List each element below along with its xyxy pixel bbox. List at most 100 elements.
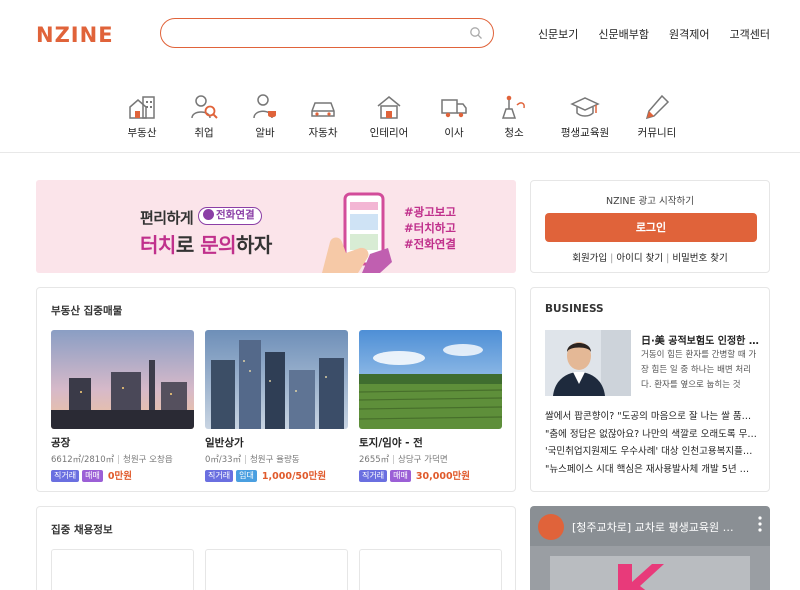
section-title: BUSINESS — [545, 303, 604, 315]
property-card[interactable]: 토지/임야 - 전 2655㎡ | 상당구 가덕면 직거래 매매 30,000만원 — [359, 330, 502, 482]
video-thumbnail — [530, 546, 770, 590]
video-player[interactable]: [청주교차로] 교차로 평생교육원 … — [530, 506, 770, 590]
property-tags: 직거래 매매 0만원 — [51, 468, 194, 482]
nzine-logo[interactable]: NZINE — [36, 24, 136, 44]
channel-avatar[interactable] — [538, 514, 564, 540]
business-summary[interactable]: 거동이 힘든 환자를 간병할 때 가장 힘든 일 중 하나는 배변 처리다. 환… — [641, 348, 759, 393]
property-location: 청원구 오창읍 — [123, 455, 173, 465]
category-label: 부동산 — [127, 127, 157, 139]
job-card[interactable] — [359, 549, 502, 590]
property-area: 2655㎡ — [359, 455, 390, 465]
car-icon — [311, 102, 335, 117]
call-connect-pill: 전화연결 — [198, 207, 262, 225]
find-id-link[interactable]: 아이디 찾기 — [616, 253, 663, 264]
interior-icon — [377, 96, 401, 119]
nav-newspaper-box[interactable]: 신문배부함 — [598, 26, 649, 42]
property-area: 6612㎡/2810㎡ — [51, 455, 115, 465]
category-education[interactable]: 평생교육원 — [550, 92, 620, 140]
search-icon[interactable] — [469, 26, 483, 40]
find-password-link[interactable]: 비밀번호 찾기 — [672, 253, 727, 264]
login-box: NZINE 광고 시작하기 로그인 회원가입 | 아이디 찾기 | 비밀번호 찾기 — [530, 180, 770, 273]
banner-line2-b: 로 — [175, 233, 201, 257]
hashtag: #터치하고 — [404, 221, 456, 235]
category-label: 자동차 — [308, 127, 338, 139]
logo-text: NZINE — [36, 24, 114, 44]
category-car[interactable]: 자동차 — [288, 92, 358, 140]
property-price: 0만원 — [107, 471, 132, 482]
news-item[interactable]: "뉴스페이스 시대 핵심은 재사용발사체 개발 5년 … — [545, 461, 759, 479]
phone-illustration — [322, 192, 392, 273]
ad-start-text[interactable]: NZINE 광고 시작하기 — [531, 193, 769, 207]
search-bar[interactable] — [160, 18, 494, 48]
cleaning-icon — [501, 95, 525, 119]
section-title: 부동산 집중매물 — [51, 305, 123, 317]
category-realestate[interactable]: 부동산 — [107, 92, 177, 140]
news-item[interactable]: "춤에 정답은 없잖아요? 나만의 색깔로 오래도록 무… — [545, 426, 759, 444]
category-label: 청소 — [504, 127, 524, 139]
pill-text: 전화연결 — [216, 209, 255, 221]
header-divider — [0, 152, 800, 153]
business-news-list: 쌀에서 팝콘향이? "도공의 마음으로 잘 나는 쌀 품… "춤에 정답은 없잖… — [545, 408, 759, 478]
moving-truck-icon — [441, 99, 467, 118]
banner-line1: 편리하게 — [140, 209, 194, 227]
top-nav: 신문보기 신문배부함 원격제어 고객센터 — [538, 26, 770, 42]
city-buildings-photo — [205, 330, 348, 429]
category-interior[interactable]: 인테리어 — [354, 92, 424, 140]
property-price: 30,000만원 — [415, 471, 471, 482]
tag-direct: 직거래 — [359, 470, 388, 482]
login-button[interactable]: 로그인 — [545, 213, 757, 242]
phone-icon — [203, 209, 214, 220]
property-tags: 직거래 매매 30,000만원 — [359, 468, 502, 482]
factory-photo — [51, 330, 194, 429]
signup-link[interactable]: 회원가입 — [572, 253, 607, 264]
realestate-section: 부동산 집중매물 공장 6612㎡/2810㎡ | 청원구 오창읍 직거래 매매 0… — [36, 287, 516, 492]
property-location: 상당구 가덕면 — [398, 455, 448, 465]
property-info: 0㎡/33㎡ | 청원구 율량동 — [205, 455, 300, 465]
job-search-icon — [191, 95, 218, 119]
property-price: 1,000/50만원 — [261, 471, 327, 482]
category-cleaning[interactable]: 청소 — [479, 92, 549, 140]
banner-line2-d: 하자 — [236, 233, 272, 257]
business-person-photo[interactable] — [545, 330, 631, 396]
category-label: 취업 — [194, 127, 214, 139]
category-job[interactable]: 취업 — [169, 92, 239, 140]
video-title[interactable]: [청주교차로] 교차로 평생교육원 … — [572, 519, 752, 535]
part-time-icon — [253, 94, 276, 119]
nav-remote-control[interactable]: 원격제어 — [669, 26, 709, 42]
banner-line2: 터치로 문의하자 — [140, 229, 272, 258]
news-item[interactable]: '국민취업지원제도 우수사례' 대상 인천고용복지플… — [545, 443, 759, 461]
banner-line2-a: 터치 — [140, 233, 176, 257]
property-info: 2655㎡ | 상당구 가덕면 — [359, 455, 448, 465]
tag-direct: 직거래 — [51, 470, 80, 482]
category-community[interactable]: 커뮤니티 — [622, 92, 692, 140]
property-tags: 직거래 임대 1,000/50만원 — [205, 468, 348, 482]
more-options-icon[interactable] — [758, 516, 762, 532]
news-item[interactable]: 쌀에서 팝콘향이? "도공의 마음으로 잘 나는 쌀 품… — [545, 408, 759, 426]
section-title: 집중 채용정보 — [51, 524, 113, 536]
job-card[interactable] — [205, 549, 348, 590]
ad-banner[interactable]: 편리하게 전화연결 터치로 문의하자 #광고보고 #터치하고 #전화연결 — [36, 180, 516, 273]
business-section: BUSINESS 日·美 공적보험도 인정한 … 거동이 힘든 환자를 간병할 … — [530, 287, 770, 492]
property-type: 공장 — [51, 437, 71, 449]
category-menu: 부동산 취업 알바 자동차 인테리어 이사 청소 평생교육원 커뮤니티 — [112, 92, 692, 142]
account-links: 회원가입 | 아이디 찾기 | 비밀번호 찾기 — [572, 253, 728, 264]
search-input[interactable] — [175, 24, 465, 42]
banner-line2-c: 문의 — [200, 233, 236, 257]
nav-newspaper-view[interactable]: 신문보기 — [538, 26, 578, 42]
property-info: 6612㎡/2810㎡ | 청원구 오창읍 — [51, 455, 173, 465]
business-headline[interactable]: 日·美 공적보험도 인정한 … — [641, 332, 759, 347]
jobs-section: 집중 채용정보 — [36, 506, 516, 590]
property-card[interactable]: 일반상가 0㎡/33㎡ | 청원구 율량동 직거래 임대 1,000/50만원 — [205, 330, 348, 482]
banner-hashtags: #광고보고 #터치하고 #전화연결 — [404, 204, 456, 252]
tag-deal: 매매 — [82, 470, 103, 482]
tag-lease: 임대 — [236, 470, 257, 482]
category-label: 인테리어 — [369, 127, 409, 139]
category-label: 커뮤니티 — [637, 127, 677, 139]
property-type: 일반상가 — [205, 437, 244, 449]
property-card[interactable]: 공장 6612㎡/2810㎡ | 청원구 오창읍 직거래 매매 0만원 — [51, 330, 194, 482]
nav-customer-center[interactable]: 고객센터 — [730, 26, 770, 42]
graduation-cap-icon — [570, 97, 600, 117]
hashtag: #광고보고 — [404, 205, 456, 219]
property-area: 0㎡/33㎡ — [205, 455, 242, 465]
job-card[interactable] — [51, 549, 194, 590]
